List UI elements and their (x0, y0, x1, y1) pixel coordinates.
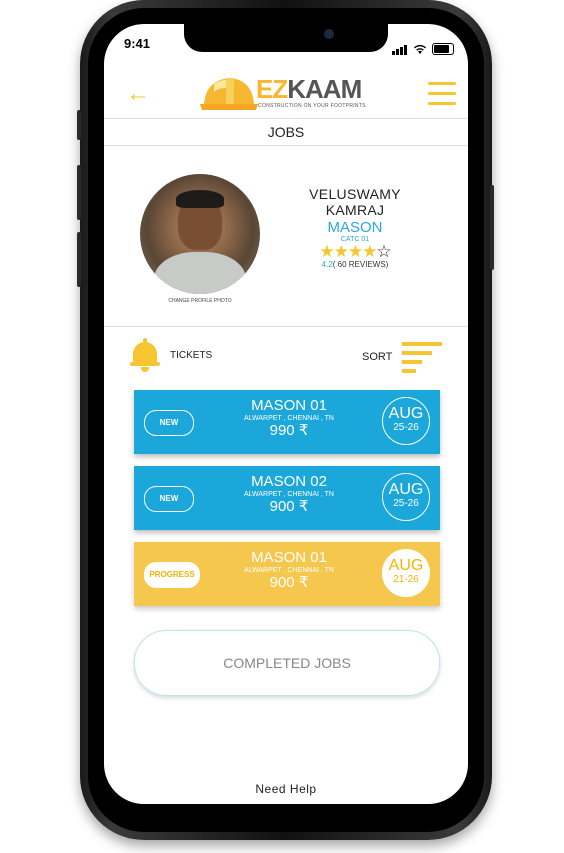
arrow-left-icon[interactable]: ← (126, 80, 150, 108)
job-date-badge: AUG 25-26 (382, 473, 430, 521)
job-month: AUG (388, 405, 424, 422)
wifi-icon (414, 44, 426, 54)
tickets-label[interactable]: TICKETS (170, 350, 212, 361)
logo-tagline: CONSTRUCTION ON YOUR FOOTPRINTS (258, 103, 366, 109)
star-filled-icon: ★ (347, 242, 363, 261)
camera-icon (324, 29, 334, 39)
avatar[interactable] (140, 174, 260, 294)
completed-jobs-button[interactable]: COMPLETED JOBS (134, 630, 440, 696)
star-filled-icon: ★ (319, 242, 334, 261)
avatar-body (154, 252, 246, 294)
side-button (490, 185, 494, 270)
hamburger-menu-icon[interactable] (428, 82, 456, 112)
profile-name: VELUSWAMY KAMRAJ (309, 186, 401, 218)
sort-icon[interactable] (402, 342, 442, 378)
side-button (77, 110, 81, 140)
logo-wordmark: EZKAAM (256, 74, 362, 104)
job-price: 900 ₹ (269, 574, 309, 591)
job-month: AUG (388, 481, 424, 498)
job-price: 900 ₹ (269, 498, 309, 515)
status-time: 9:41 (124, 36, 151, 51)
profile-info: VELUSWAMY KAMRAJ MASON CATC 01 ★★★★☆ 4.2… (280, 186, 430, 269)
helmet-icon (200, 78, 258, 110)
job-days: 25-26 (393, 498, 419, 509)
job-details: MASON 01 ALWARPET , CHENNAI , TN 990 ₹ (214, 398, 364, 439)
job-date-badge: AUG 25-26 (382, 397, 430, 445)
ezkaam-logo: EZKAAM CONSTRUCTION ON YOUR FOOTPRINTS (198, 70, 368, 116)
page-title: JOBS (104, 118, 468, 146)
job-title: MASON 02 (251, 473, 327, 490)
status-badge: PROGRESS (144, 562, 200, 588)
change-profile-photo-link[interactable]: CHANGE PROFILE PHOTO (140, 298, 260, 304)
job-month: AUG (388, 557, 424, 574)
side-button (77, 232, 81, 287)
rating-reviews: 4.2( 60 REVIEWS) (321, 260, 389, 269)
job-days: 21-26 (393, 574, 419, 585)
side-button (77, 165, 81, 220)
need-help-link[interactable]: Need Help (104, 782, 468, 796)
status-badge: NEW (144, 410, 194, 436)
battery-icon (432, 43, 454, 55)
job-details: MASON 01 ALWARPET , CHENNAI , TN 900 ₹ (214, 550, 364, 591)
job-title: MASON 01 (251, 549, 327, 566)
job-date-badge: AUG 21-26 (382, 549, 430, 597)
status-badge: NEW (144, 486, 194, 512)
bell-icon[interactable] (130, 338, 160, 374)
job-title: MASON 01 (251, 397, 327, 414)
rating-stars: ★★★★☆ (280, 243, 430, 260)
app-header: ← EZKAAM CONSTRUCTION ON YOUR FOOTPRINTS (104, 70, 468, 116)
avatar-hair (176, 190, 224, 208)
job-card[interactable]: PROGRESS MASON 01 ALWARPET , CHENNAI , T… (134, 542, 440, 606)
job-card[interactable]: NEW MASON 01 ALWARPET , CHENNAI , TN 990… (134, 390, 440, 454)
profile-role: MASON (327, 219, 383, 236)
job-days: 25-26 (393, 422, 419, 433)
sort-label[interactable]: SORT (362, 351, 392, 363)
job-details: MASON 02 ALWARPET , CHENNAI , TN 900 ₹ (214, 474, 364, 515)
notch (184, 24, 388, 52)
status-icons (392, 37, 454, 55)
star-empty-icon: ☆ (376, 242, 391, 261)
app-screen: 9:41 ← EZKAAM CONSTRUCTION ON YOUR FOOTP… (104, 24, 468, 804)
job-card[interactable]: NEW MASON 02 ALWARPET , CHENNAI , TN 900… (134, 466, 440, 530)
divider (104, 326, 468, 327)
job-price: 990 ₹ (269, 422, 309, 439)
star-filled-icon: ★ (362, 242, 377, 261)
signal-icon (392, 37, 408, 55)
star-filled-icon: ★ (333, 242, 349, 261)
